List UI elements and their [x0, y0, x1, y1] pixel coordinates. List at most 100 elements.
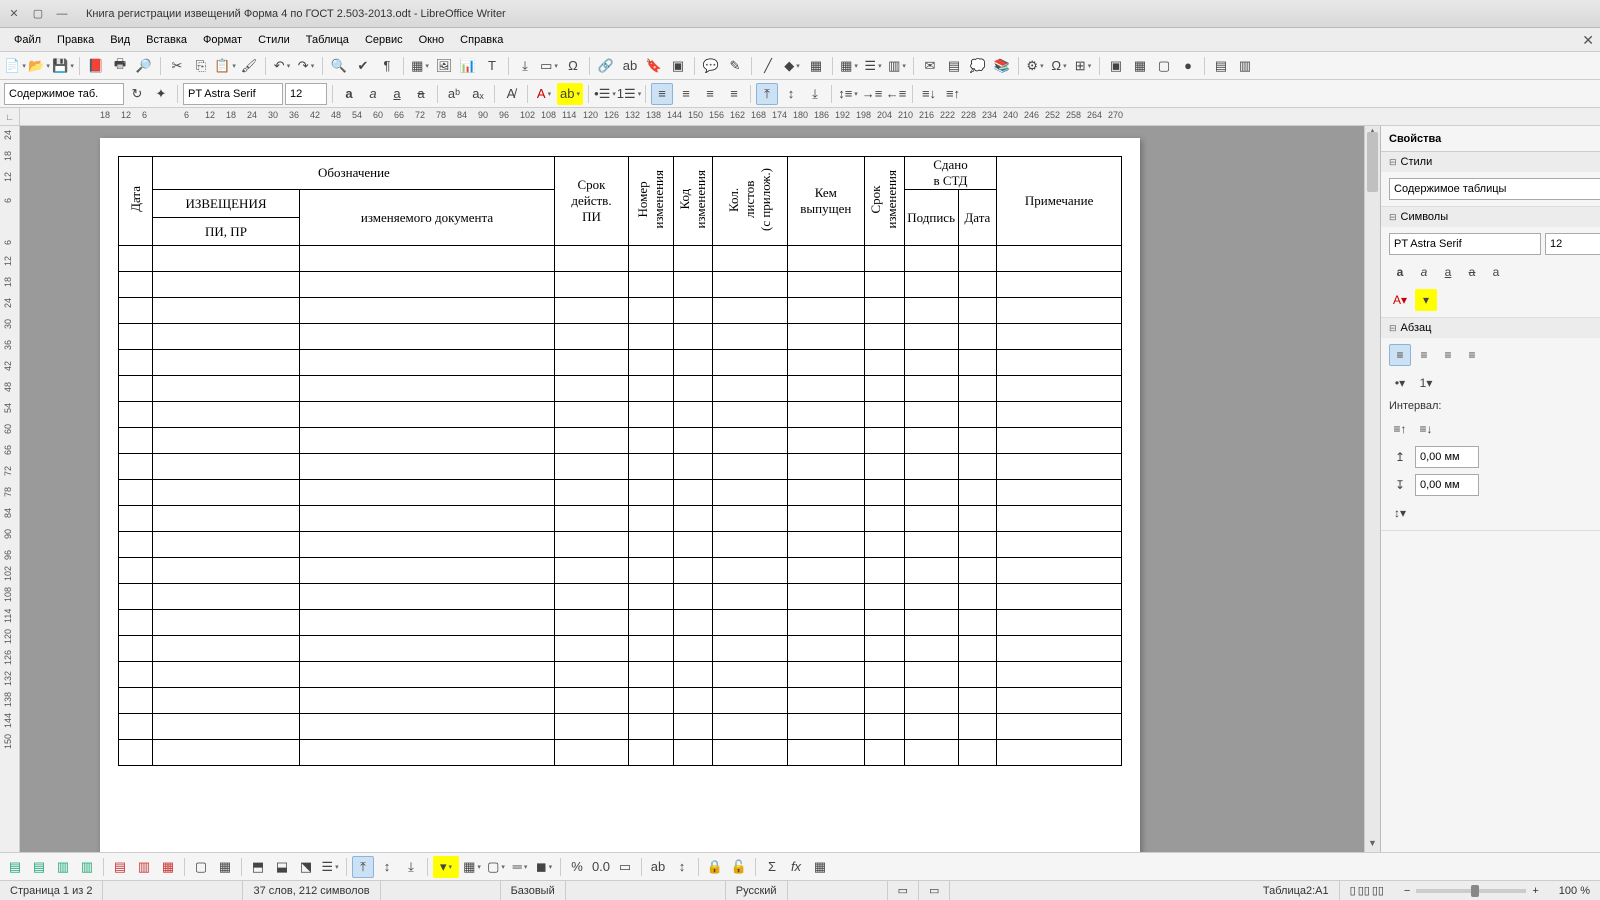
table-cell[interactable] [153, 272, 299, 298]
table-cell[interactable] [787, 714, 864, 740]
table-cell[interactable] [865, 532, 905, 558]
table-cell[interactable] [119, 428, 153, 454]
table-cell[interactable] [904, 688, 958, 714]
table-cell[interactable] [904, 610, 958, 636]
sb-underline-button[interactable]: a [1437, 261, 1459, 283]
table-row[interactable] [119, 740, 1122, 766]
close-window-icon[interactable]: ✕ [6, 6, 22, 22]
vertical-scrollbar[interactable]: ▲ ▼ [1364, 126, 1380, 852]
table-cell[interactable] [958, 480, 997, 506]
table-row[interactable] [119, 610, 1122, 636]
table-cell[interactable] [628, 740, 673, 766]
sb-bullets[interactable]: •▾ [1389, 372, 1411, 394]
table-cell[interactable] [555, 480, 628, 506]
table-cell[interactable] [119, 272, 153, 298]
italic-button[interactable]: a [362, 83, 384, 105]
delete-table-button[interactable]: ▦ [157, 856, 179, 878]
valign-mid-button[interactable]: ↕ [780, 83, 802, 105]
print-preview-button[interactable]: 🔎 [133, 55, 155, 77]
status-tablepos[interactable]: Таблица2:A1 [1253, 881, 1340, 900]
insert-textbox-button[interactable]: T [481, 55, 503, 77]
table-cell[interactable] [119, 480, 153, 506]
insert-col-left-button[interactable]: ▥ [52, 856, 74, 878]
table-cell[interactable] [713, 636, 787, 662]
table-row[interactable] [119, 350, 1122, 376]
table-cell[interactable] [628, 714, 673, 740]
table-cell[interactable] [787, 662, 864, 688]
table-cell[interactable] [153, 714, 299, 740]
insert-table-button[interactable]: ▦ [409, 55, 431, 77]
table-cell[interactable] [555, 350, 628, 376]
table-cell[interactable] [713, 532, 787, 558]
table-cell[interactable] [153, 246, 299, 272]
table-cell[interactable] [555, 324, 628, 350]
table-cell[interactable] [997, 428, 1122, 454]
table-cell[interactable] [904, 558, 958, 584]
minimize-window-icon[interactable]: — [54, 6, 70, 22]
insert-chart-button[interactable]: 📊 [457, 55, 479, 77]
menu-table[interactable]: Таблица [298, 32, 357, 48]
sort-button[interactable]: ↕ [671, 856, 693, 878]
extension-button-2[interactable]: Ω [1048, 55, 1070, 77]
view-book-icon[interactable]: ▯▯ [1372, 884, 1384, 897]
table-cell[interactable] [904, 532, 958, 558]
table-cell[interactable] [628, 558, 673, 584]
table-cell[interactable] [713, 298, 787, 324]
table-cell[interactable] [299, 636, 555, 662]
insert-symbol-button[interactable]: Ω [562, 55, 584, 77]
superscript-button[interactable]: aᵇ [443, 83, 465, 105]
table-cell[interactable] [997, 584, 1122, 610]
table-cell[interactable] [628, 688, 673, 714]
table-cell[interactable] [555, 662, 628, 688]
basic-shapes-button[interactable]: ◆ [781, 55, 803, 77]
decrease-indent-button[interactable]: ←≡ [885, 83, 907, 105]
table-cell[interactable] [119, 610, 153, 636]
bold-button[interactable]: a [338, 83, 360, 105]
strike-button[interactable]: a [410, 83, 432, 105]
insert-image-button[interactable]: 🖼 [433, 55, 455, 77]
align-justify-button[interactable]: ≡ [723, 83, 745, 105]
table-cell[interactable] [865, 584, 905, 610]
table-cell[interactable] [673, 246, 713, 272]
table-cell[interactable] [119, 662, 153, 688]
delete-row-button[interactable]: ▤ [109, 856, 131, 878]
sb-bold-button[interactable]: a [1389, 261, 1411, 283]
tb-valign-top[interactable]: ⤒ [352, 856, 374, 878]
insert-hyperlink-button[interactable]: 🔗 [595, 55, 617, 77]
table-cell[interactable] [673, 688, 713, 714]
new-doc-button[interactable]: 📄 [4, 55, 26, 77]
underline-button[interactable]: a [386, 83, 408, 105]
sb-strike-button[interactable]: a [1461, 261, 1483, 283]
table-cell[interactable] [958, 454, 997, 480]
table-cell[interactable] [555, 402, 628, 428]
scroll-thumb[interactable] [1367, 132, 1378, 192]
table-cell[interactable] [673, 272, 713, 298]
table-cell[interactable] [153, 688, 299, 714]
sb-highlight-button[interactable]: ▾ [1415, 289, 1437, 311]
ruler-corner[interactable]: ∟ [0, 108, 20, 125]
table-cell[interactable] [673, 376, 713, 402]
insert-crossref-button[interactable]: ▣ [667, 55, 689, 77]
sb-below-icon[interactable]: ↧ [1389, 474, 1411, 496]
sb-above-icon[interactable]: ↥ [1389, 446, 1411, 468]
table-cell[interactable] [153, 662, 299, 688]
table-row[interactable] [119, 480, 1122, 506]
table-row[interactable] [119, 558, 1122, 584]
table-cell[interactable] [153, 350, 299, 376]
table-cell[interactable] [673, 714, 713, 740]
paragraph-style-combo[interactable] [4, 83, 124, 105]
sb-fontcolor-button[interactable]: A▾ [1389, 289, 1411, 311]
table-cell[interactable] [958, 584, 997, 610]
find-replace-button[interactable]: 🔍 [328, 55, 350, 77]
table-cell[interactable] [555, 636, 628, 662]
table-cell[interactable] [958, 350, 997, 376]
status-sig[interactable]: ▭ [919, 881, 950, 900]
table-cell[interactable] [153, 454, 299, 480]
table-cell[interactable] [958, 610, 997, 636]
table-cell[interactable] [628, 428, 673, 454]
table-cell[interactable] [865, 246, 905, 272]
table-cell[interactable] [865, 688, 905, 714]
table-cell[interactable] [997, 324, 1122, 350]
table-cell[interactable] [997, 636, 1122, 662]
zoom-in-icon[interactable]: + [1532, 885, 1538, 897]
